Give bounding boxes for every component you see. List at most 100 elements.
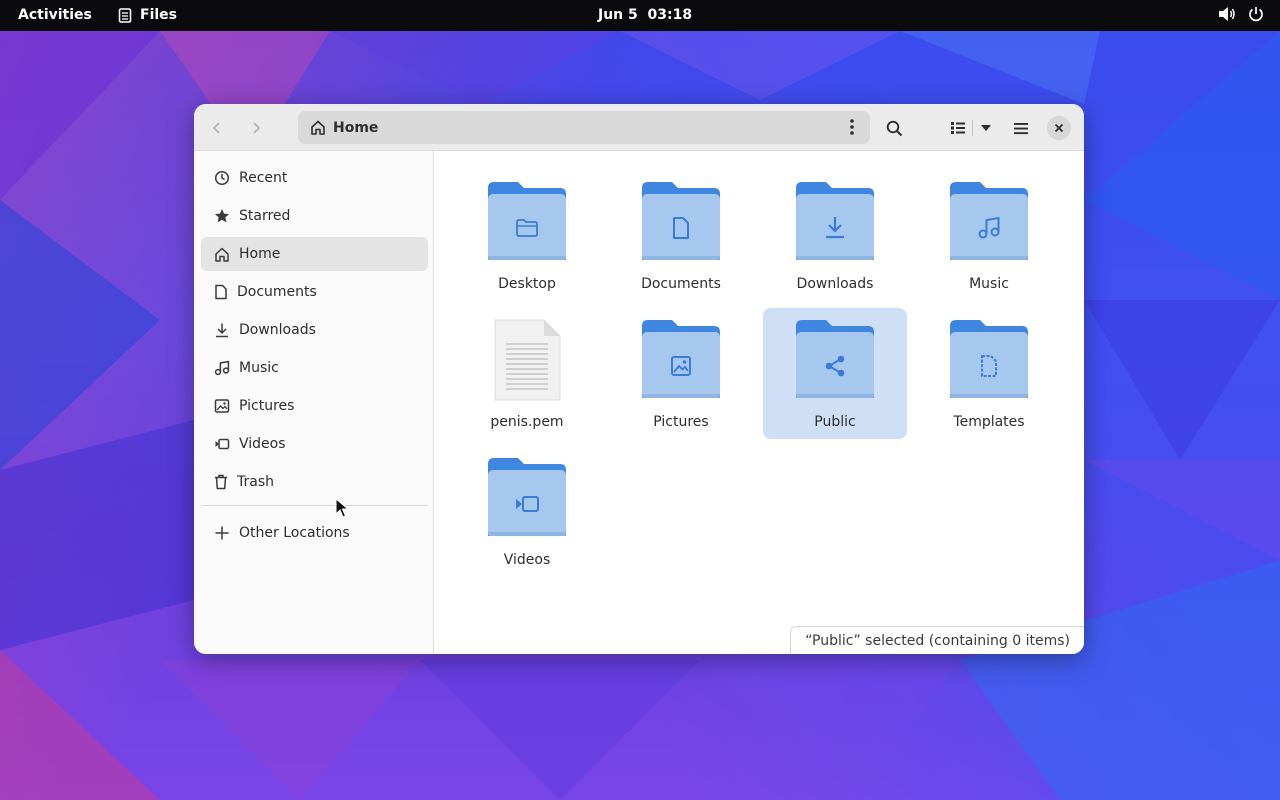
view-toggle-button[interactable]	[943, 113, 973, 143]
file-name: Templates	[953, 414, 1025, 430]
clock-date: Jun 5	[598, 7, 638, 23]
close-icon	[1054, 123, 1064, 133]
activities-button[interactable]: Activities	[18, 7, 92, 23]
folder-icon	[640, 180, 722, 266]
header-bar: Home	[194, 104, 1084, 151]
folder-icon	[794, 318, 876, 404]
download-icon	[216, 323, 228, 338]
folder-icon	[486, 180, 568, 266]
sidebar-item-starred[interactable]: Starred	[201, 199, 428, 233]
home-icon	[215, 247, 229, 262]
kebab-menu-icon	[850, 119, 854, 135]
sidebar-item-label: Music	[239, 360, 279, 376]
folder-icon	[640, 318, 722, 404]
text-file-icon	[486, 318, 568, 404]
document-icon	[673, 217, 689, 239]
notes-icon	[118, 7, 132, 23]
sidebar-item-home[interactable]: Home	[201, 237, 428, 271]
sidebar-item-label: Recent	[239, 170, 288, 186]
trash-icon	[215, 474, 227, 490]
dropdown-arrow-icon	[981, 125, 991, 131]
file-item-documents[interactable]: Documents	[609, 170, 753, 301]
sidebar-item-documents[interactable]: Documents	[201, 275, 428, 309]
power-icon	[1249, 7, 1263, 22]
file-item-desktop[interactable]: Desktop	[455, 170, 599, 301]
page-title: Home	[333, 119, 379, 136]
system-menu[interactable]	[1218, 6, 1264, 22]
sidebar-item-videos[interactable]: Videos	[201, 427, 428, 461]
music-icon	[214, 360, 230, 376]
file-grid: Desktop Documents Downloads Music penis.…	[435, 151, 1084, 654]
path-menu-button[interactable]	[842, 117, 862, 137]
breadcrumb-home[interactable]: Home	[310, 120, 378, 136]
mouse-cursor-icon	[335, 498, 349, 518]
file-item-videos[interactable]: Videos	[455, 446, 599, 577]
file-item-downloads[interactable]: Downloads	[763, 170, 907, 301]
sidebar-item-label: Videos	[239, 436, 286, 452]
document-icon	[215, 284, 227, 300]
folder-icon	[948, 180, 1030, 266]
file-name: Desktop	[498, 276, 556, 292]
picture-icon	[214, 399, 230, 413]
music-icon	[978, 216, 1000, 239]
chevron-right-icon	[253, 122, 261, 134]
clock-time: 03:18	[647, 7, 693, 23]
file-item-music[interactable]: Music	[917, 170, 1061, 301]
download-icon	[826, 217, 844, 239]
sidebar-item-label: Other Locations	[239, 525, 350, 541]
sidebar-item-label: Trash	[237, 474, 274, 490]
search-icon	[886, 120, 902, 136]
hamburger-menu-icon	[1014, 122, 1028, 134]
plus-icon	[215, 526, 229, 540]
sidebar-item-label: Documents	[237, 284, 317, 300]
file-name: Pictures	[653, 414, 709, 430]
sidebar-item-label: Starred	[239, 208, 291, 224]
folder-icon	[486, 456, 568, 542]
folder-icon	[794, 180, 876, 266]
folder-icon	[516, 219, 538, 237]
file-name: Public	[814, 414, 856, 430]
star-icon	[215, 209, 229, 223]
home-icon	[311, 120, 325, 135]
sidebar-item-other-locations[interactable]: Other Locations	[201, 516, 428, 550]
file-item-pem[interactable]: penis.pem	[455, 308, 599, 439]
files-window: Home Recent Starred Home Documents Downl…	[194, 104, 1084, 654]
folder-icon	[948, 318, 1030, 404]
app-menu[interactable]: Files	[118, 7, 177, 23]
back-button[interactable]	[202, 113, 232, 143]
file-name: Videos	[503, 552, 551, 568]
app-name: Files	[140, 7, 177, 23]
share-icon	[825, 355, 845, 377]
view-options-button[interactable]	[971, 113, 1001, 143]
top-bar: Activities Files Jun 5 03:18	[0, 0, 1280, 31]
template-icon	[981, 355, 997, 377]
sidebar: Recent Starred Home Documents Downloads …	[194, 151, 434, 654]
clock[interactable]: Jun 5 03:18	[598, 7, 692, 23]
forward-button[interactable]	[241, 113, 271, 143]
sidebar-item-label: Home	[239, 246, 281, 262]
chevron-left-icon	[212, 122, 220, 134]
file-name: Downloads	[796, 276, 874, 292]
file-item-templates[interactable]: Templates	[917, 308, 1061, 439]
status-bar: “Public” selected (containing 0 items)	[790, 626, 1084, 654]
sidebar-divider	[201, 505, 428, 506]
sidebar-item-recent[interactable]: Recent	[201, 161, 428, 195]
main-menu-button[interactable]	[1006, 113, 1036, 143]
list-view-icon	[951, 122, 965, 134]
video-icon	[215, 438, 230, 450]
sidebar-item-trash[interactable]: Trash	[201, 465, 428, 499]
sidebar-item-music[interactable]: Music	[201, 351, 428, 385]
sidebar-item-pictures[interactable]: Pictures	[201, 389, 428, 423]
path-bar[interactable]: Home	[298, 111, 870, 144]
sidebar-item-label: Downloads	[239, 322, 316, 338]
sidebar-item-label: Pictures	[239, 398, 295, 414]
sidebar-item-downloads[interactable]: Downloads	[201, 313, 428, 347]
close-button[interactable]	[1047, 116, 1071, 140]
file-name: Documents	[641, 276, 721, 292]
picture-icon	[671, 356, 691, 376]
search-button[interactable]	[879, 113, 909, 143]
file-name: penis.pem	[490, 414, 564, 430]
file-name: Music	[969, 276, 1009, 292]
file-item-public[interactable]: Public	[763, 308, 907, 439]
file-item-pictures[interactable]: Pictures	[609, 308, 753, 439]
